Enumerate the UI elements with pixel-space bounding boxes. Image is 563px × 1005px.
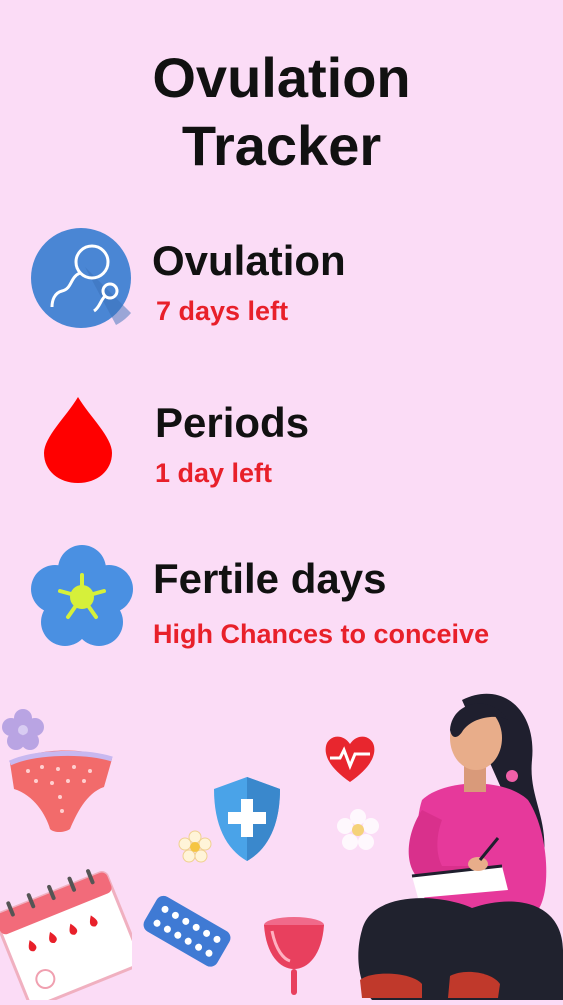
feature-ovulation: Ovulation 7 days left bbox=[0, 225, 563, 335]
feature-fertile-days: Fertile days High Chances to conceive bbox=[0, 543, 563, 653]
feature-detail: 1 day left bbox=[155, 458, 273, 488]
calendar-icon bbox=[0, 868, 143, 1005]
feature-detail: High Chances to conceive bbox=[153, 619, 490, 649]
title-line-2: Tracker bbox=[181, 114, 382, 177]
woman-writing-illustration bbox=[352, 680, 563, 1005]
feature-name: Periods bbox=[155, 399, 310, 446]
sperm-icon bbox=[30, 227, 132, 334]
menstrual-cup-icon bbox=[262, 915, 326, 1002]
feature-detail: 7 days left bbox=[156, 296, 289, 326]
flower-icon bbox=[28, 543, 136, 656]
feature-periods: Periods 1 day left bbox=[0, 390, 563, 500]
medical-shield-icon bbox=[210, 775, 284, 868]
feature-name: Ovulation bbox=[152, 237, 346, 284]
feature-name: Fertile days bbox=[153, 555, 387, 602]
pill-pack-icon bbox=[136, 893, 236, 978]
blood-drop-icon bbox=[42, 395, 114, 490]
page-title: Ovulation Tracker bbox=[0, 44, 563, 180]
daisy-icon bbox=[178, 830, 212, 869]
underwear-icon bbox=[6, 745, 116, 840]
title-line-1: Ovulation bbox=[152, 46, 411, 109]
